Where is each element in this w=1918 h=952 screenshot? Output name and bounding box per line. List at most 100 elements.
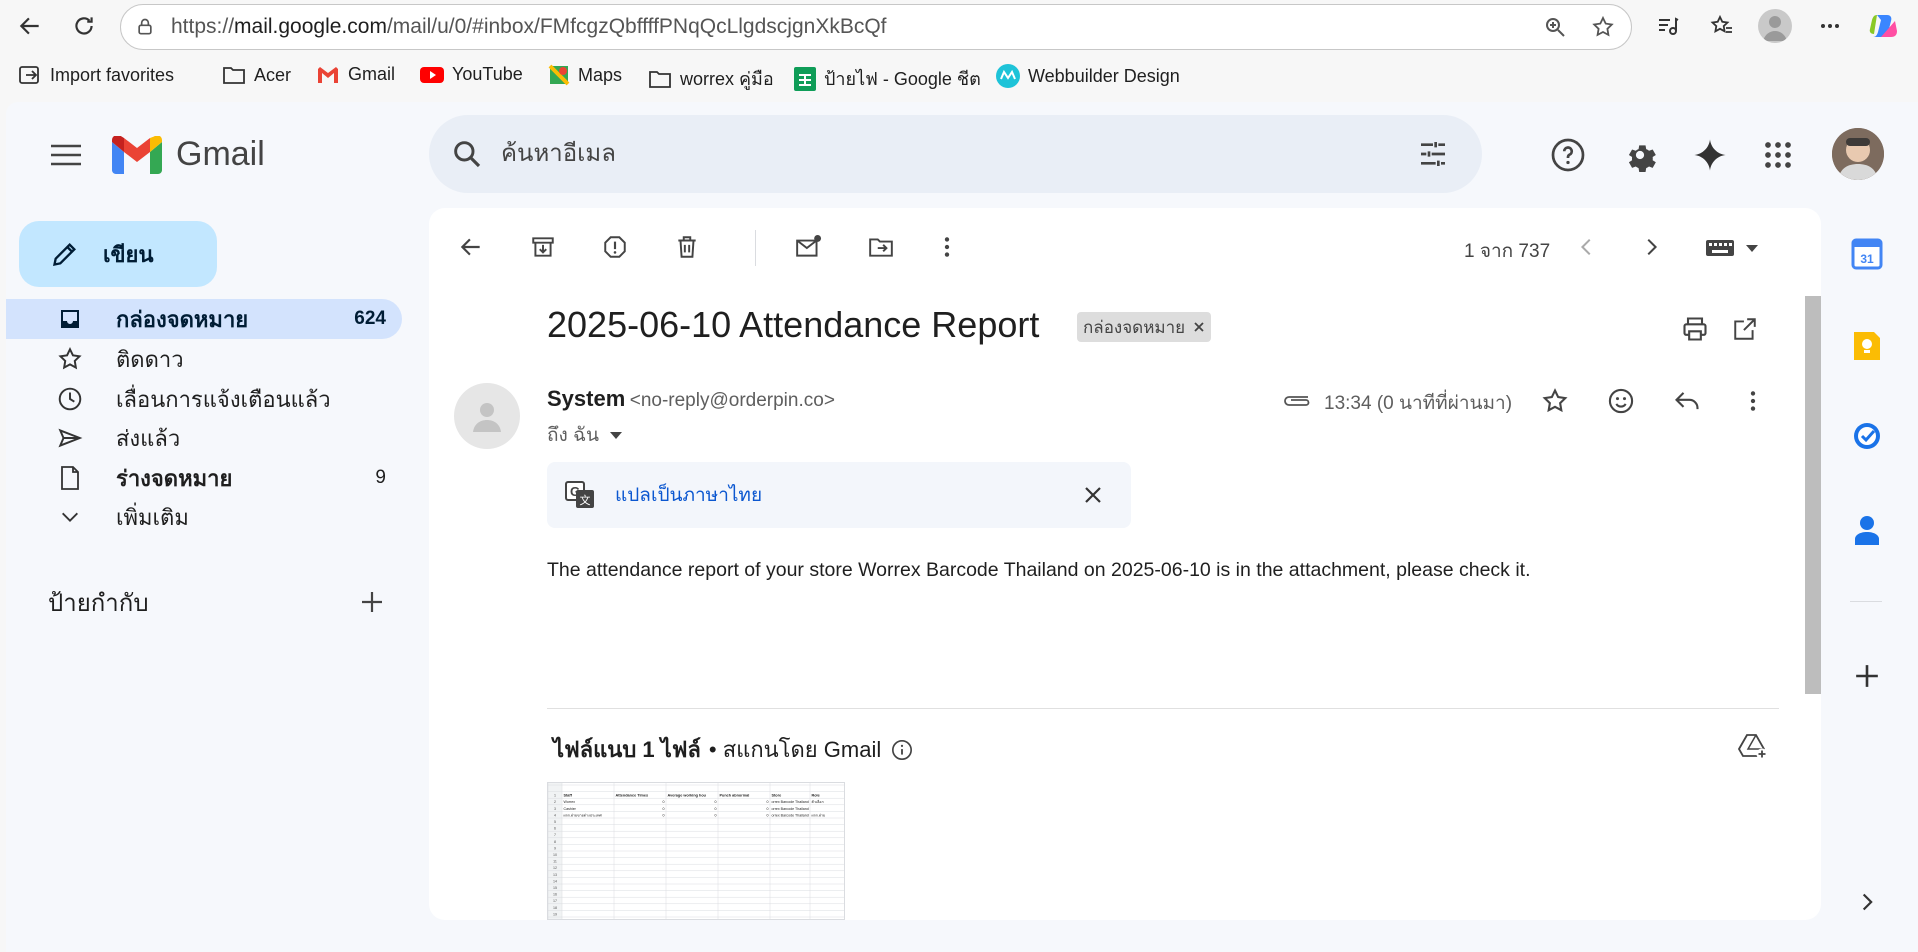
report-spam-icon[interactable] bbox=[593, 225, 637, 269]
compose-label: เขียน bbox=[103, 241, 154, 267]
sheet-data-cell: 0 bbox=[767, 807, 769, 811]
add-label-plus-icon[interactable] bbox=[348, 578, 396, 626]
sidebar-item-snoozed[interactable]: เลื่อนการแจ้งเตือนแล้ว bbox=[6, 379, 402, 419]
media-icon[interactable] bbox=[1650, 8, 1686, 44]
sheet-row-number: 12 bbox=[553, 866, 557, 870]
sender-name[interactable]: System bbox=[547, 386, 625, 411]
keyboard-icon bbox=[1705, 236, 1737, 260]
bookmark-webbuilder[interactable]: Webbuilder Design bbox=[996, 64, 1180, 88]
sheet-row-number: 18 bbox=[553, 906, 557, 910]
address-bar[interactable]: https://mail.google.com/mail/u/0/#inbox/… bbox=[120, 4, 1632, 50]
more-horizontal-icon[interactable] bbox=[1812, 8, 1848, 44]
sheet-data-cell: Cashier bbox=[564, 807, 577, 811]
mark-unread-icon[interactable] bbox=[787, 225, 831, 269]
sidebar-item-sent[interactable]: ส่งแล้ว bbox=[6, 418, 402, 458]
message-panel: 1 จาก 737 2025-06-10 Attendance Report ก… bbox=[429, 208, 1821, 920]
favorite-star-icon[interactable] bbox=[1591, 15, 1615, 39]
side-panel-rail: 31 bbox=[1832, 208, 1918, 952]
profile-avatar[interactable] bbox=[1758, 9, 1792, 43]
add-to-drive-icon[interactable] bbox=[1731, 724, 1775, 768]
bookmark-import-favorites[interactable]: Import favorites bbox=[18, 64, 174, 86]
url-host: mail.google.com bbox=[234, 15, 387, 38]
delete-trash-icon[interactable] bbox=[665, 225, 709, 269]
bookmark-label: ป้ายไฟ - Google ชีต bbox=[824, 69, 981, 89]
bookmark-gmail[interactable]: Gmail bbox=[316, 64, 395, 85]
sheet-data-cell: ผจก.ฝ่ายขายต่างประเทศ bbox=[564, 813, 603, 817]
scrollbar-thumb[interactable] bbox=[1805, 296, 1821, 694]
sheet-row-number: 19 bbox=[553, 912, 557, 916]
sidebar-item-inbox[interactable]: กล่องจดหมาย 624 bbox=[6, 299, 402, 339]
send-icon bbox=[50, 425, 90, 451]
keep-icon[interactable] bbox=[1847, 326, 1887, 366]
tasks-icon[interactable] bbox=[1847, 416, 1887, 456]
back-to-inbox-icon[interactable] bbox=[449, 225, 493, 269]
sheet-data-cell: 0 bbox=[663, 800, 665, 804]
sidebar-item-label: ร่างจดหมาย bbox=[116, 465, 233, 491]
sheet-header-cell: Staff bbox=[564, 794, 573, 798]
message-body-text: The attendance report of your store Worr… bbox=[547, 559, 1531, 581]
settings-gear-icon[interactable] bbox=[1616, 131, 1664, 179]
refresh-icon[interactable] bbox=[66, 8, 102, 44]
input-tools-button[interactable] bbox=[1705, 236, 1759, 260]
gemini-sparkle-icon[interactable] bbox=[1686, 131, 1734, 179]
sender-email[interactable]: <no-reply@orderpin.co> bbox=[630, 390, 835, 411]
sheet-data-cell: 0 bbox=[767, 800, 769, 804]
back-icon[interactable] bbox=[12, 8, 48, 44]
sidebar-item-label: เลื่อนการแจ้งเตือนแล้ว bbox=[116, 386, 331, 412]
more-vertical-icon[interactable] bbox=[925, 225, 969, 269]
bookmark-sheets[interactable]: ป้ายไฟ - Google ชีต bbox=[794, 64, 981, 93]
archive-icon[interactable] bbox=[521, 225, 565, 269]
import-icon bbox=[18, 64, 42, 86]
search-icon[interactable] bbox=[451, 138, 483, 170]
help-icon[interactable] bbox=[1544, 131, 1592, 179]
sheet-row-number: 2 bbox=[554, 800, 556, 804]
bookmark-maps[interactable]: Maps bbox=[548, 64, 622, 86]
bookmarks-bar: Import favorites Acer Gmail YouTube Maps… bbox=[0, 52, 1918, 102]
remove-label-close-icon[interactable] bbox=[1193, 321, 1205, 333]
bookmark-worrex[interactable]: worrex คู่มือ bbox=[648, 64, 774, 93]
bookmark-label: YouTube bbox=[452, 64, 523, 84]
apps-grid-icon[interactable] bbox=[1754, 131, 1802, 179]
move-to-folder-icon[interactable] bbox=[859, 225, 903, 269]
message-more-vertical-icon[interactable] bbox=[1731, 379, 1775, 423]
pagination-text: 1 จาก 737 bbox=[1464, 241, 1551, 262]
add-reaction-emoji-icon[interactable] bbox=[1599, 379, 1643, 423]
google-translate-icon: G文 bbox=[565, 480, 595, 510]
copilot-icon[interactable] bbox=[1866, 8, 1902, 44]
open-new-window-icon[interactable] bbox=[1723, 307, 1767, 351]
search-input[interactable] bbox=[501, 140, 1381, 168]
sidebar-item-starred[interactable]: ติดดาว bbox=[6, 339, 402, 379]
bookmark-acer[interactable]: Acer bbox=[222, 64, 291, 86]
favorites-icon[interactable] bbox=[1704, 8, 1740, 44]
print-icon[interactable] bbox=[1673, 307, 1717, 351]
close-translate-icon[interactable] bbox=[1083, 485, 1103, 505]
newer-chevron-left-icon[interactable] bbox=[1565, 225, 1609, 269]
recipient-line[interactable]: ถึง ฉัน bbox=[547, 420, 623, 450]
show-side-panel-chevron-icon[interactable] bbox=[1847, 882, 1887, 922]
older-chevron-right-icon[interactable] bbox=[1629, 225, 1673, 269]
compose-button[interactable]: เขียน bbox=[19, 221, 217, 287]
bookmark-label: Gmail bbox=[348, 64, 396, 84]
star-message-icon[interactable] bbox=[1533, 379, 1577, 423]
gmail-logo[interactable]: Gmail bbox=[112, 135, 265, 174]
translate-link[interactable]: แปลเป็นภาษาไทย bbox=[615, 480, 762, 510]
account-avatar[interactable] bbox=[1832, 128, 1884, 180]
url-text[interactable]: https://mail.google.com/mail/u/0/#inbox/… bbox=[171, 15, 887, 39]
youtube-icon bbox=[420, 66, 444, 84]
info-icon[interactable] bbox=[891, 739, 913, 761]
message-time: 13:34 (0 นาทีที่ผ่านมา) bbox=[1324, 393, 1513, 414]
sidebar-item-drafts[interactable]: ร่างจดหมาย 9 bbox=[6, 458, 402, 498]
attachment-thumbnail[interactable]: 1 2 3 4 5 6 7 8 9 10 11 12 13 14 15 16 17 18 19 Staff Attend… bbox=[547, 782, 845, 920]
lock-icon[interactable] bbox=[135, 17, 155, 37]
reply-icon[interactable] bbox=[1665, 379, 1709, 423]
sidebar-item-more[interactable]: เพิ่มเติม bbox=[6, 497, 402, 537]
calendar-icon[interactable]: 31 bbox=[1847, 234, 1887, 274]
main-menu-icon[interactable] bbox=[42, 131, 90, 179]
search-options-icon[interactable] bbox=[1417, 138, 1449, 170]
contacts-icon[interactable] bbox=[1847, 510, 1887, 550]
bookmark-label: Maps bbox=[578, 64, 623, 85]
search-bar[interactable] bbox=[429, 115, 1482, 193]
get-addons-plus-icon[interactable] bbox=[1847, 656, 1887, 696]
zoom-icon[interactable] bbox=[1543, 15, 1567, 39]
bookmark-youtube[interactable]: YouTube bbox=[420, 64, 523, 85]
